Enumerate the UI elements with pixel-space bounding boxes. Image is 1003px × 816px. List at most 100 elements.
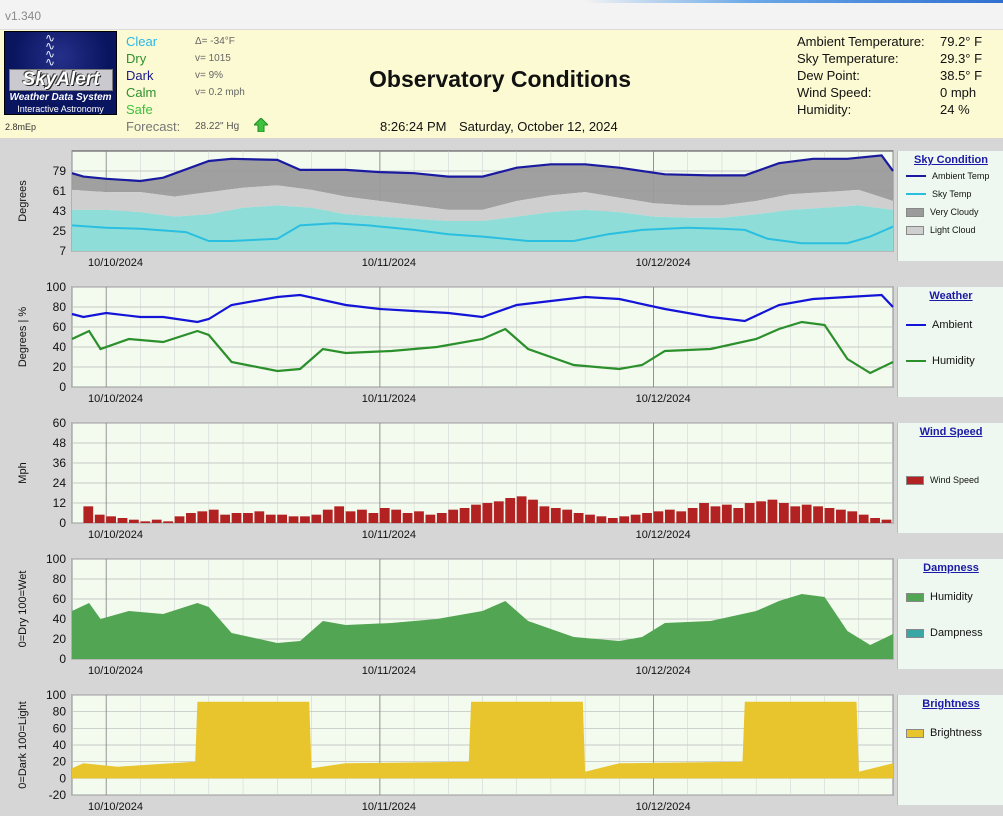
- y-tick-label: 40: [53, 612, 67, 626]
- wind-bar: [94, 514, 105, 523]
- wind-bar: [573, 513, 584, 523]
- y-tick-label: 80: [53, 300, 67, 314]
- x-date-label: 10/12/2024: [636, 801, 691, 813]
- up-arrow-icon: [254, 118, 268, 132]
- y-axis-label: 0=Dry 100=Wet: [17, 571, 29, 648]
- wind-bar: [265, 514, 276, 523]
- x-date-label: 10/12/2024: [636, 393, 691, 405]
- wind-bar: [300, 516, 310, 523]
- legend-label: Sky Temp: [932, 189, 972, 199]
- wind-bar: [402, 513, 413, 523]
- x-date-label: 10/11/2024: [362, 529, 416, 541]
- legend-title: Dampness: [923, 562, 979, 574]
- legend-swatch: [906, 193, 926, 195]
- logo-brand: SkyAlert: [9, 69, 113, 91]
- legend-item: Dampness: [906, 627, 983, 639]
- legend-item: Light Cloud: [906, 225, 976, 235]
- y-tick-label: 36: [53, 456, 67, 470]
- wind-bar: [607, 518, 618, 523]
- legend-swatch: [906, 225, 924, 235]
- wind-bar: [505, 498, 516, 523]
- wind-bar: [220, 514, 231, 523]
- chart-dampness: 0 20 40 60 80 100 10/10/2024 10/11/2024 10/12/20…: [17, 552, 894, 677]
- y-tick-label: 0: [59, 652, 66, 666]
- wind-bar: [630, 514, 641, 523]
- panel-dampness: 0 20 40 60 80 100 10/10/2024 10/11/2024 10/12/20…: [0, 549, 1003, 680]
- wind-bar: [482, 503, 493, 523]
- wind-bar: [243, 513, 253, 523]
- wind-bar: [493, 501, 504, 523]
- legend-sky: Sky Condition Ambient Temp Sky Temp Very Cl…: [897, 151, 1003, 261]
- y-tick-label: 0: [59, 380, 66, 394]
- wind-bar: [550, 508, 561, 523]
- wind-bar: [562, 509, 573, 523]
- wind-bar: [129, 519, 139, 523]
- wind-bar: [322, 509, 333, 523]
- wind-bar: [186, 513, 196, 523]
- legend-item: Very Cloudy: [906, 207, 979, 217]
- y-tick-label: 43: [53, 204, 67, 218]
- y-tick-label: 24: [53, 476, 67, 490]
- legend-label: Dampness: [930, 627, 983, 639]
- title-accent: [583, 0, 1003, 3]
- wind-bar: [471, 504, 481, 523]
- x-date-label: 10/11/2024: [362, 393, 416, 405]
- wind-bar: [231, 513, 242, 523]
- wind-bar: [448, 509, 459, 523]
- legend-swatch: [906, 628, 924, 638]
- y-tick-label: 12: [53, 496, 67, 510]
- wind-bar: [311, 514, 322, 523]
- y-tick-label: 0: [59, 771, 66, 785]
- readout-dewpoint-label: Dew Point:: [797, 68, 860, 83]
- y-tick-label: 60: [53, 721, 67, 735]
- wind-bar: [813, 506, 823, 523]
- wind-bar: [653, 511, 664, 523]
- y-tick-label: 60: [53, 320, 67, 334]
- readout-ambient-label: Ambient Temperature:: [797, 34, 925, 49]
- x-date-label: 10/10/2024: [88, 801, 143, 813]
- y-tick-label: 0: [59, 516, 66, 530]
- wind-bar: [368, 513, 379, 523]
- wind-bar: [619, 516, 630, 523]
- chart-brightness: -20 0 20 40 60 80 100 10/10/2024 10/11/2024 10/12…: [17, 688, 894, 813]
- y-tick-label: 60: [53, 416, 67, 430]
- wind-bar: [528, 499, 538, 523]
- wind-bar: [334, 506, 345, 523]
- wind-bar: [391, 509, 402, 523]
- title-bar: v1.340: [0, 0, 1003, 30]
- y-tick-label: 48: [53, 436, 67, 450]
- readout-ambient-value: 79.2° F: [940, 34, 983, 49]
- y-tick-label: 80: [53, 572, 67, 586]
- forecast-label: Forecast:: [126, 119, 181, 134]
- wind-bar: [733, 508, 744, 523]
- legend-label: Very Cloudy: [930, 207, 979, 217]
- legend-item: Ambient: [906, 319, 972, 331]
- wind-bar: [197, 511, 208, 523]
- logo-tagline: Weather Data System: [9, 92, 112, 103]
- wind-bar: [208, 509, 219, 523]
- y-axis-label: Degrees: [17, 180, 29, 222]
- condition-safety: Safe: [126, 102, 153, 117]
- logo-caption: 2.8mEp: [5, 122, 37, 132]
- wind-bar: [778, 503, 789, 523]
- readout-dewpoint-value: 38.5° F: [940, 68, 983, 83]
- condition-light-value: v= 9%: [195, 70, 224, 81]
- wind-bar: [414, 511, 424, 523]
- readout-humidity-label: Humidity:: [797, 102, 852, 117]
- x-date-label: 10/10/2024: [88, 665, 143, 677]
- legend-label: Ambient: [932, 319, 973, 331]
- wind-bar: [767, 499, 778, 523]
- wind-bar: [436, 513, 447, 523]
- legend-weather: Weather Ambient Humidity: [897, 287, 1003, 397]
- readout-wind-label: Wind Speed:: [797, 85, 872, 100]
- legend-label: Ambient Temp: [932, 171, 990, 181]
- x-date-label: 10/10/2024: [88, 393, 143, 405]
- legend-swatch: [906, 475, 924, 485]
- wind-bar: [676, 511, 687, 523]
- condition-light: Dark: [126, 68, 154, 83]
- legend-wind: Wind Speed Wind Speed: [897, 423, 1003, 533]
- version-label: v1.340: [5, 9, 42, 23]
- wind-bar: [539, 506, 550, 523]
- wind-bar: [254, 511, 265, 523]
- wind-bar: [596, 516, 607, 523]
